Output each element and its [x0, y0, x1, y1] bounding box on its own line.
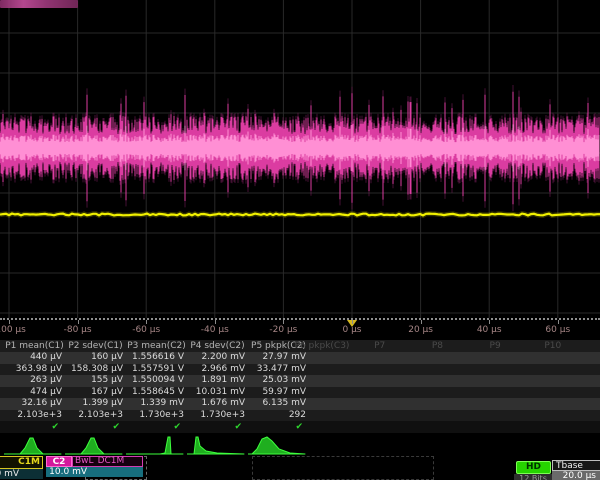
check-icon: ✔ [4, 421, 65, 433]
parameter-header-inactive[interactable]: P7 [374, 341, 385, 351]
measurement-cell: 155 µV [65, 375, 126, 387]
time-tick-label: 0 µs [342, 325, 361, 335]
parameter-header[interactable]: P1 mean(C1) [5, 341, 64, 351]
parameter-header-inactive[interactable]: P6 pkpk(C3) [295, 341, 350, 351]
measurement-cell: 440 µV [4, 352, 65, 364]
channel-c1-scale: 0 mV [0, 469, 43, 479]
time-tick-label: 20 µs [408, 325, 433, 335]
histicon-strip [0, 433, 600, 456]
axis-tick-mark [283, 320, 284, 324]
partial-trace-label [0, 0, 78, 8]
measurement-cell: 2.966 mV [187, 364, 248, 376]
timebase-label: Tbase [552, 460, 600, 471]
parameter-header[interactable]: P3 mean(C2) [127, 341, 186, 351]
parameter-header-inactive[interactable]: P8 [432, 341, 443, 351]
channel-c2-scale: 10.0 mV [46, 467, 143, 477]
measurement-header-row: P1 mean(C1) P2 sdev(C1) P3 mean(C2) P4 sdev… [0, 340, 600, 352]
waveform-plot [0, 0, 600, 318]
measurement-row: 440 µV160 µV1.556616 V2.200 mV27.97 mV [0, 352, 600, 364]
measurement-cell: 158.308 µV [65, 364, 126, 376]
hd-bits-label: 12 Bits [514, 474, 552, 480]
parameter-header-inactive[interactable]: P9 [490, 341, 501, 351]
timebase-scale: 20.0 µs [552, 471, 600, 480]
measurement-row: 2.103e+32.103e+31.730e+31.730e+3292 [0, 410, 600, 422]
measurement-table: P1 mean(C1) P2 sdev(C1) P3 mean(C2) P4 sdev… [0, 340, 600, 433]
coupling-flag: DC1M [98, 457, 125, 466]
measurement-cell: 59.97 mV [248, 387, 309, 399]
axis-tick-mark [9, 320, 10, 324]
histicon-spike-left[interactable] [187, 435, 245, 455]
measurement-cell: 1.730e+3 [126, 410, 187, 422]
measurement-cell: 10.031 mV [187, 387, 248, 399]
axis-tick-mark [78, 320, 79, 324]
time-axis: -100 µs -80 µs -60 µs -40 µs -20 µs 0 µs 20 µs… [0, 318, 600, 342]
time-tick-label: -20 µs [269, 325, 297, 335]
time-tick-label: 40 µs [477, 325, 502, 335]
parameter-header-inactive[interactable]: P10 [544, 341, 561, 351]
measurement-cell: 1.557591 V [126, 364, 187, 376]
axis-tick-mark [146, 320, 147, 324]
measurement-cell: 1.550094 V [126, 375, 187, 387]
measurement-cell: 1.399 µV [65, 398, 126, 410]
measurement-cell: 167 µV [65, 387, 126, 399]
check-icon: ✔ [126, 421, 187, 433]
measurement-cell: 32.16 µV [4, 398, 65, 410]
histicon-bell[interactable] [4, 435, 62, 455]
histicon-bell-wide[interactable] [248, 435, 306, 455]
measurement-cell: 263 µV [4, 375, 65, 387]
measurement-row: 32.16 µV1.399 µV1.339 mV1.676 mV6.135 mV [0, 398, 600, 410]
channel-c1-label: C1M [0, 456, 43, 469]
waveform-grid[interactable] [0, 0, 600, 318]
measurement-row: 363.98 µV158.308 µV1.557591 V2.966 mV33.… [0, 364, 600, 376]
measurement-cell: 1.558645 V [126, 387, 187, 399]
measurement-cell: 2.103e+3 [4, 410, 65, 422]
time-tick-label: -80 µs [64, 325, 92, 335]
histicon-bell[interactable] [65, 435, 123, 455]
time-tick-label: 60 µs [545, 325, 570, 335]
measurement-cell: 292 [248, 410, 309, 422]
axis-tick-mark [421, 320, 422, 324]
hd-mode-badge[interactable]: HD [516, 461, 551, 474]
channel-c1-descriptor[interactable]: C1M 0 mV [0, 456, 43, 479]
measurement-cell: 2.103e+3 [65, 410, 126, 422]
channel-c2-title: C2 BwL DC1M [46, 456, 143, 467]
channel-c2-coupling: BwL DC1M [72, 456, 143, 467]
measurement-cell: 33.477 mV [248, 364, 309, 376]
measurement-cell: 1.891 mV [187, 375, 248, 387]
measurement-cell: 1.730e+3 [187, 410, 248, 422]
measurement-cell: 2.200 mV [187, 352, 248, 364]
axis-tick-mark [352, 320, 353, 324]
timebase-descriptor[interactable]: Tbase 20.0 µs [552, 460, 600, 480]
measurement-cell: 363.98 µV [4, 364, 65, 376]
bwl-flag: BwL [75, 457, 94, 466]
check-icon: ✔ [65, 421, 126, 433]
measurement-cell: 25.03 mV [248, 375, 309, 387]
time-tick-label: -100 µs [0, 325, 26, 335]
measurement-cell: 474 µV [4, 387, 65, 399]
channel-c2-label: C2 [46, 456, 72, 467]
check-icon: ✔ [187, 421, 248, 433]
empty-descriptor-slot[interactable] [252, 456, 434, 480]
measurement-cell: 6.135 mV [248, 398, 309, 410]
measurement-status-row: ✔✔✔✔✔ [0, 421, 600, 433]
measurement-cell: 27.97 mV [248, 352, 309, 364]
parameter-header[interactable]: P4 sdev(C2) [190, 341, 244, 351]
measurement-row: 474 µV167 µV1.558645 V10.031 mV59.97 mV [0, 387, 600, 399]
measurement-cell: 160 µV [65, 352, 126, 364]
measurement-cell: 1.676 mV [187, 398, 248, 410]
time-tick-label: -60 µs [132, 325, 160, 335]
check-icon: ✔ [248, 421, 309, 433]
descriptor-bar: C1M 0 mV + C2 BwL DC1M 10.0 mV HD 12 Bit… [0, 456, 600, 480]
axis-tick-mark [215, 320, 216, 324]
measurement-row: 263 µV155 µV1.550094 V1.891 mV25.03 mV [0, 375, 600, 387]
oscilloscope-screen: -100 µs -80 µs -60 µs -40 µs -20 µs 0 µs 20 µs… [0, 0, 600, 480]
measurement-cell: 1.339 mV [126, 398, 187, 410]
axis-tick-mark [489, 320, 490, 324]
time-tick-label: -40 µs [201, 325, 229, 335]
channel-c2-descriptor[interactable]: C2 BwL DC1M 10.0 mV [46, 456, 143, 479]
parameter-header[interactable]: P2 sdev(C1) [68, 341, 122, 351]
axis-tick-mark [558, 320, 559, 324]
measurement-cell: 1.556616 V [126, 352, 187, 364]
histicon-spike-right[interactable] [126, 435, 184, 455]
